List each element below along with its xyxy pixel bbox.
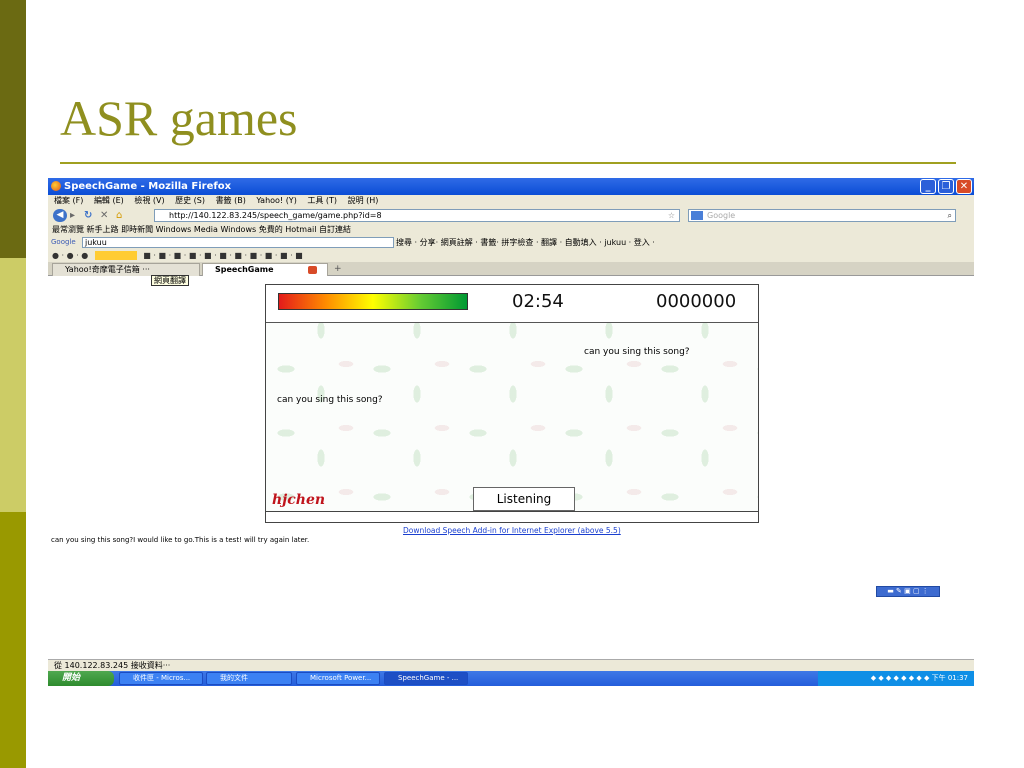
author-logo: hjchen (272, 492, 326, 508)
close-button[interactable]: ✕ (956, 179, 972, 194)
taskbar-item-documents[interactable]: 我的文件 (206, 672, 292, 685)
task-label: Microsoft Power... (310, 674, 372, 682)
slide-title: ASR games (60, 90, 298, 146)
home-icon[interactable]: ⌂ (116, 209, 122, 222)
status-text: 從 140.122.83.245 接收資料··· (54, 661, 171, 670)
tray-icons[interactable]: ◆ ◆ ◆ ◆ ◆ ◆ ◆ ◆ (871, 674, 932, 682)
menu-bar: 檔案 (F) 編輯 (E) 檢視 (V) 歷史 (S) 書籤 (B) Yahoo… (48, 195, 974, 207)
bookmarks-links[interactable]: 最常瀏覽 新手上路 即時新聞 Windows Media Windows 免費的… (52, 225, 351, 234)
bookmark-star-icon[interactable]: ☆ (668, 210, 675, 221)
speech-game-panel: 02:54 0000000 can you sing this song? ca… (265, 284, 759, 523)
tab-close-icon[interactable] (308, 266, 317, 274)
taskbar-item-firefox[interactable]: SpeechGame - ... (384, 672, 468, 685)
google-toolbar-input[interactable]: jukuu (82, 237, 394, 248)
forward-icon[interactable]: ▸ (70, 209, 75, 222)
page-content: 02:54 0000000 can you sing this song? ca… (48, 275, 974, 659)
slide-side-bar-bottom (0, 512, 26, 768)
firefox-window: SpeechGame - Mozilla Firefox _ ❐ ✕ 檔案 (F… (48, 178, 974, 686)
translate-tooltip: 網頁翻譯 (151, 275, 189, 286)
score: 0000000 (656, 291, 737, 312)
search-icon[interactable]: ⌕ (948, 210, 952, 221)
clock: 下午 01:37 (931, 674, 968, 682)
menu-edit[interactable]: 編輯 (E) (94, 196, 124, 205)
search-box[interactable]: Google ⌕ (688, 209, 956, 222)
system-tray: ◆ ◆ ◆ ◆ ◆ ◆ ◆ ◆ 下午 01:37 (818, 671, 974, 686)
addon-buttons[interactable]: ■ · ■ · ■ · ■ · ■ · ■ · ■ · ■ · ■ · ■ · … (143, 251, 302, 260)
back-button[interactable]: ◀ (53, 209, 67, 222)
window-titlebar: SpeechGame - Mozilla Firefox _ ❐ ✕ (48, 178, 974, 195)
minimize-button[interactable]: _ (920, 179, 936, 194)
menu-tools[interactable]: 工具 (T) (307, 196, 337, 205)
menu-help[interactable]: 說明 (H) (348, 196, 379, 205)
new-tab-button[interactable]: + (334, 264, 342, 274)
navigation-toolbar: ◀ ▸ ↻ ✕ ⌂ http://140.122.83.245/speech_g… (48, 207, 974, 224)
search-engine-icon[interactable] (691, 211, 703, 220)
tab-label: Yahoo!奇摩電子信箱 ··· (65, 265, 150, 274)
menu-history[interactable]: 歷史 (S) (175, 196, 205, 205)
tab-label: SpeechGame (215, 265, 274, 274)
tab-speechgame[interactable]: SpeechGame (202, 263, 328, 276)
menu-view[interactable]: 檢視 (V) (134, 196, 164, 205)
menu-file[interactable]: 檔案 (F) (54, 196, 83, 205)
game-hud: 02:54 0000000 (266, 285, 758, 323)
timer: 02:54 (512, 291, 564, 312)
language-bar[interactable]: ▬ ✎ ▣ ▢ ⋮ (876, 586, 940, 597)
menu-yahoo[interactable]: Yahoo! (Y) (256, 196, 296, 205)
title-divider (60, 162, 956, 164)
reload-icon[interactable]: ↻ (84, 209, 92, 222)
stop-icon[interactable]: ✕ (100, 209, 108, 222)
falling-phrase: can you sing this song? (584, 347, 690, 357)
window-title: SpeechGame - Mozilla Firefox (64, 181, 232, 192)
search-placeholder: Google (707, 211, 736, 220)
download-addin-link[interactable]: Download Speech Add-in for Internet Expl… (403, 526, 621, 535)
addon-search-field[interactable] (94, 251, 137, 260)
listening-button[interactable]: Listening (473, 487, 575, 511)
tab-bar: Yahoo!奇摩電子信箱 ··· SpeechGame + (48, 262, 974, 276)
menu-bookmarks[interactable]: 書籤 (B) (216, 196, 246, 205)
taskbar-item-outlook[interactable]: 收件匣 - Micros... (119, 672, 203, 685)
start-button[interactable]: 開始 (48, 671, 114, 686)
maximize-button[interactable]: ❐ (938, 179, 954, 194)
firefox-icon (51, 181, 61, 191)
windows-taskbar: 開始 收件匣 - Micros... 我的文件 Microsoft Power.… (48, 671, 974, 686)
addon-icons[interactable]: ● · ● · ● (52, 251, 88, 260)
start-label: 開始 (62, 673, 81, 683)
slide-side-bar-middle (0, 258, 26, 512)
task-label: SpeechGame - ... (398, 674, 459, 682)
google-toolbar-query: jukuu (85, 238, 107, 247)
status-bar: 從 140.122.83.245 接收資料··· (48, 659, 974, 671)
task-label: 我的文件 (220, 674, 248, 682)
slide-side-bar-top (0, 0, 26, 258)
google-toolbar-tools[interactable]: 搜尋 · 分享· 網頁註解 · 書籤· 拼字檢查 · 翻譯 · 自動填入 · j… (396, 236, 655, 249)
google-logo-icon: Google (51, 238, 76, 246)
address-bar[interactable]: http://140.122.83.245/speech_game/game.p… (154, 209, 680, 222)
recognition-transcript: can you sing this song?I would like to g… (51, 536, 310, 544)
game-bottom-bar (266, 511, 758, 522)
volume-meter (278, 293, 468, 310)
url-text: http://140.122.83.245/speech_game/game.p… (169, 211, 382, 220)
task-label: 收件匣 - Micros... (133, 674, 191, 682)
addon-toolbar: ● · ● · ● ■ · ■ · ■ · ■ · ■ · ■ · ■ · ■ … (48, 249, 974, 262)
bookmarks-toolbar: 最常瀏覽 新手上路 即時新聞 Windows Media Windows 免費的… (48, 224, 974, 236)
taskbar-item-powerpoint[interactable]: Microsoft Power... (296, 672, 380, 685)
google-toolbar: Google jukuu 搜尋 · 分享· 網頁註解 · 書籤· 拼字檢查 · … (48, 236, 974, 249)
falling-phrase: can you sing this song? (277, 395, 383, 405)
